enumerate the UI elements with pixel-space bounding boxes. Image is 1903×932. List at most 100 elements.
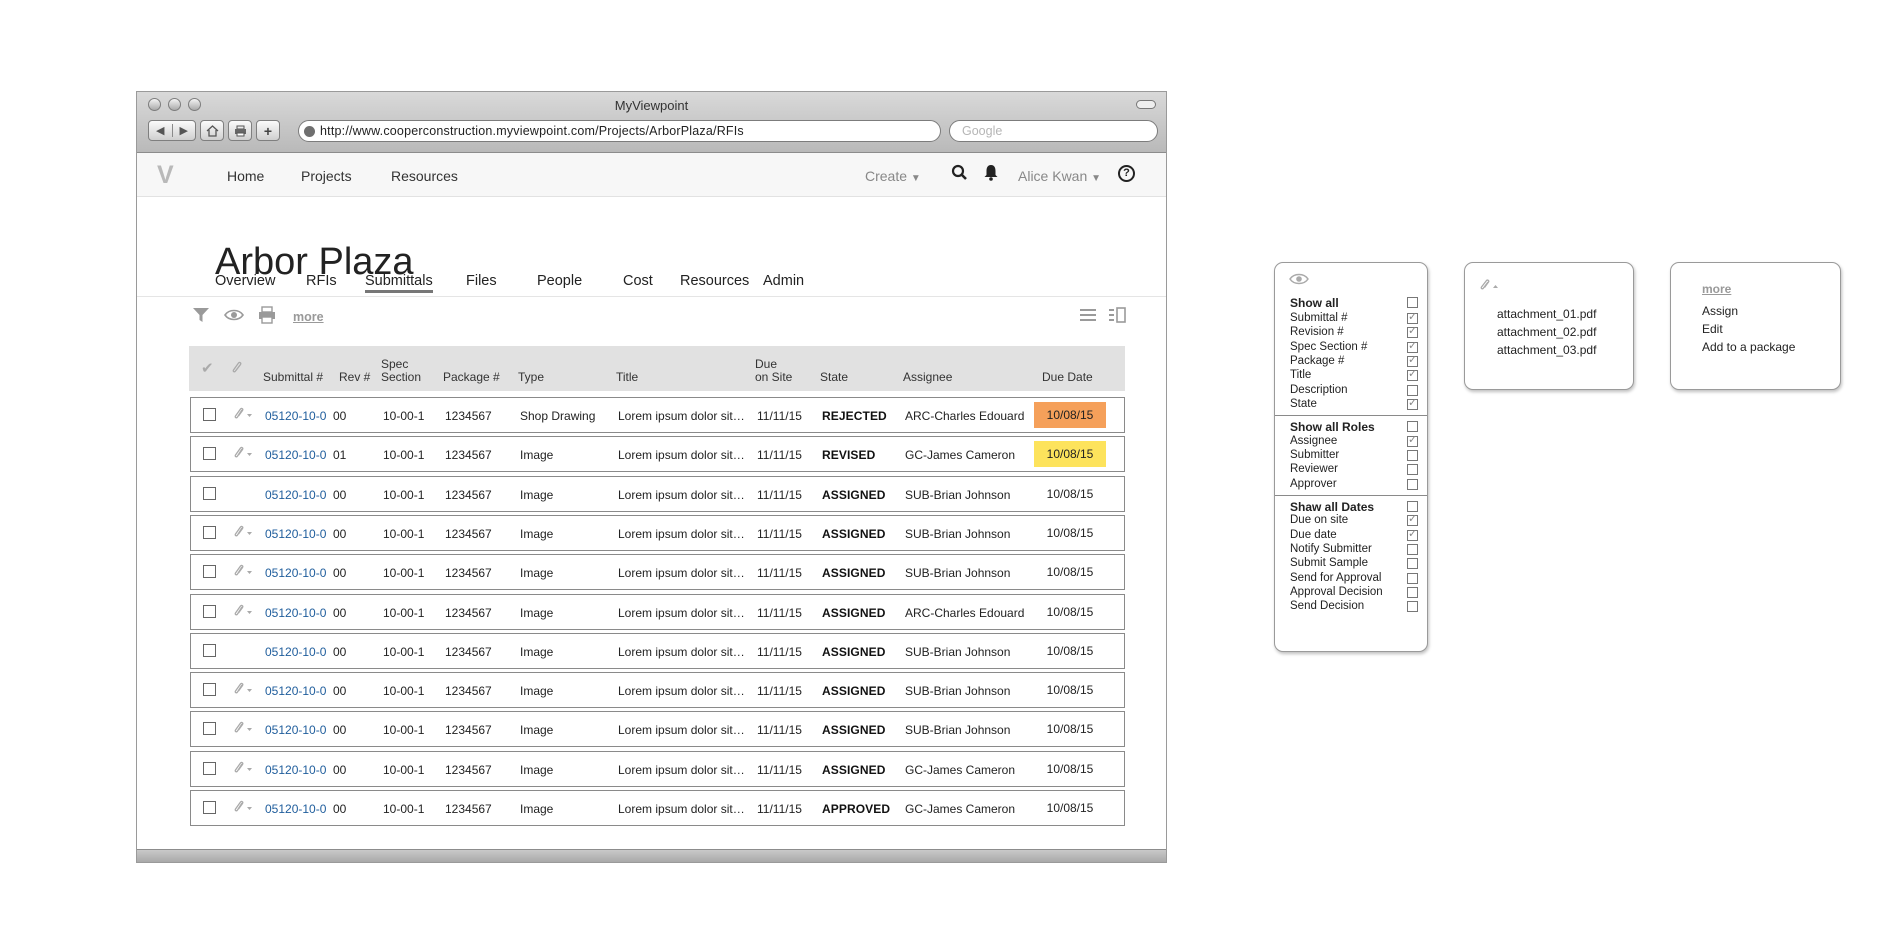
row-checkbox[interactable] (203, 565, 216, 579)
printer-icon[interactable] (258, 306, 276, 324)
list-view-icon[interactable] (1079, 306, 1097, 324)
column-option-checkbox[interactable] (1407, 384, 1418, 396)
more-actions-link[interactable]: more (293, 310, 324, 324)
browser-search-input[interactable]: Google (949, 120, 1158, 142)
row-checkbox[interactable] (203, 683, 216, 697)
cell-submittal[interactable]: 05120-10-0 (265, 566, 326, 580)
column-option-checkbox[interactable] (1407, 586, 1418, 598)
tab-files[interactable]: Files (466, 273, 497, 289)
column-option-checkbox[interactable] (1407, 339, 1418, 353)
attachment-file[interactable]: attachment_03.pdf (1497, 343, 1596, 357)
attachment-dropdown-icon[interactable] (233, 800, 257, 816)
table-row[interactable]: 05120-10-0 00 10-00-1 1234567 Image Lorem ips… (190, 514, 1125, 551)
tab-overview[interactable]: Overview (215, 273, 275, 289)
table-row[interactable]: 05120-10-0 00 10-00-1 1234567 Image Lorem ips… (190, 593, 1125, 630)
column-option-checkbox[interactable] (1407, 527, 1418, 541)
header-type[interactable]: Type (518, 371, 544, 384)
tab-admin[interactable]: Admin (763, 273, 804, 289)
column-option-checkbox[interactable] (1407, 572, 1418, 584)
nav-resources[interactable]: Resources (391, 168, 458, 184)
row-checkbox[interactable] (203, 722, 216, 736)
column-option-checkbox[interactable] (1407, 500, 1418, 512)
column-option-checkbox[interactable] (1407, 396, 1418, 410)
tab-cost[interactable]: Cost (623, 273, 653, 289)
header-submittal[interactable]: Submittal # (263, 371, 323, 384)
header-state[interactable]: State (820, 371, 848, 384)
header-spec-line2[interactable]: Section (381, 371, 421, 384)
table-row[interactable]: 05120-10-0 00 10-00-1 1234567 Image Lorem ips… (190, 475, 1125, 512)
table-row[interactable]: 05120-10-0 00 10-00-1 1234567 Image Lorem ips… (190, 790, 1125, 826)
help-icon[interactable]: ? (1118, 165, 1135, 182)
column-option-checkbox[interactable] (1407, 478, 1418, 490)
table-row[interactable]: 05120-10-0 00 10-00-1 1234567 Image Lorem ips… (190, 672, 1125, 709)
address-bar[interactable]: http://www.cooperconstruction.myviewpoin… (298, 120, 941, 142)
column-option-checkbox[interactable] (1407, 297, 1418, 308)
app-logo[interactable]: V (157, 161, 174, 190)
row-checkbox[interactable] (203, 604, 216, 618)
column-option-checkbox[interactable] (1407, 324, 1418, 339)
attachment-file[interactable]: attachment_01.pdf (1497, 307, 1596, 321)
menu-item-edit[interactable]: Edit (1702, 322, 1723, 336)
table-row[interactable]: 05120-10-0 00 10-00-1 1234567 Image Lorem ips… (190, 554, 1125, 591)
bell-icon[interactable] (983, 164, 999, 181)
forward-icon[interactable]: ▶ (173, 124, 196, 137)
row-checkbox[interactable] (203, 761, 216, 775)
cell-submittal[interactable]: 05120-10-0 (265, 606, 326, 620)
home-button[interactable] (200, 120, 224, 141)
attachment-dropdown-icon[interactable] (233, 761, 257, 777)
create-menu[interactable]: Create ▼ (865, 168, 921, 184)
more-panel-title[interactable]: more (1702, 282, 1731, 296)
toolbar-toggle-button[interactable] (1136, 100, 1156, 109)
column-option-checkbox[interactable] (1407, 421, 1418, 433)
row-checkbox[interactable] (203, 525, 216, 539)
filter-icon[interactable] (192, 306, 210, 324)
column-option-checkbox[interactable] (1407, 543, 1418, 555)
attachment-dropdown-icon[interactable] (233, 721, 257, 737)
cell-submittal[interactable]: 05120-10-0 (265, 684, 326, 698)
header-package[interactable]: Package # (443, 371, 500, 384)
cell-submittal[interactable]: 05120-10-0 (265, 488, 326, 502)
attachment-dropdown-icon[interactable] (233, 407, 257, 423)
row-checkbox[interactable] (203, 643, 216, 657)
cell-submittal[interactable]: 05120-10-0 (265, 723, 326, 737)
header-rev[interactable]: Rev # (339, 371, 370, 384)
tab-submittals[interactable]: Submittals (365, 273, 433, 293)
tab-people[interactable]: People (537, 273, 582, 289)
column-option-checkbox[interactable] (1407, 433, 1418, 447)
nav-home[interactable]: Home (227, 168, 264, 184)
menu-item-add-to-package[interactable]: Add to a package (1702, 340, 1795, 354)
cell-submittal[interactable]: 05120-10-0 (265, 527, 326, 541)
back-icon[interactable]: ◀ (149, 124, 173, 137)
column-option-checkbox[interactable] (1407, 367, 1418, 382)
column-option-checkbox[interactable] (1407, 601, 1418, 613)
table-row[interactable]: 05120-10-0 00 10-00-1 1234567 Image Lorem ips… (190, 750, 1125, 787)
cell-submittal[interactable]: 05120-10-0 (265, 645, 326, 659)
table-row[interactable]: 05120-10-0 00 10-00-1 1234567 Image Lorem ips… (190, 711, 1125, 748)
column-option-checkbox[interactable] (1407, 558, 1418, 570)
header-title[interactable]: Title (616, 371, 638, 384)
print-button[interactable] (228, 120, 252, 141)
column-option-checkbox[interactable] (1407, 449, 1418, 461)
attachment-dropdown-icon[interactable] (233, 525, 257, 541)
table-row[interactable]: 05120-10-0 01 10-00-1 1234567 Image Lorem ips… (190, 436, 1125, 473)
row-checkbox[interactable] (203, 801, 216, 814)
cell-submittal[interactable]: 05120-10-0 (265, 409, 326, 423)
detail-view-icon[interactable] (1108, 306, 1126, 324)
table-row[interactable]: 05120-10-0 00 10-00-1 1234567 Shop Drawing Lo… (190, 397, 1125, 433)
column-option-checkbox[interactable] (1407, 464, 1418, 476)
user-menu[interactable]: Alice Kwan ▼ (1018, 168, 1101, 184)
check-all-icon[interactable]: ✔ (201, 361, 214, 376)
eye-icon[interactable] (224, 306, 244, 324)
cell-submittal[interactable]: 05120-10-0 (265, 448, 326, 462)
header-due-date[interactable]: Due Date (1042, 371, 1093, 384)
row-checkbox[interactable] (203, 447, 216, 461)
attachment-dropdown-icon[interactable] (233, 446, 257, 462)
row-checkbox[interactable] (203, 408, 216, 421)
nav-projects[interactable]: Projects (301, 168, 352, 184)
cell-submittal[interactable]: 05120-10-0 (265, 763, 326, 777)
row-checkbox[interactable] (203, 486, 216, 500)
cell-submittal[interactable]: 05120-10-0 (265, 802, 326, 816)
menu-item-assign[interactable]: Assign (1702, 304, 1738, 318)
table-row[interactable]: 05120-10-0 00 10-00-1 1234567 Image Lorem ips… (190, 632, 1125, 669)
tab-resources[interactable]: Resources (680, 273, 749, 289)
